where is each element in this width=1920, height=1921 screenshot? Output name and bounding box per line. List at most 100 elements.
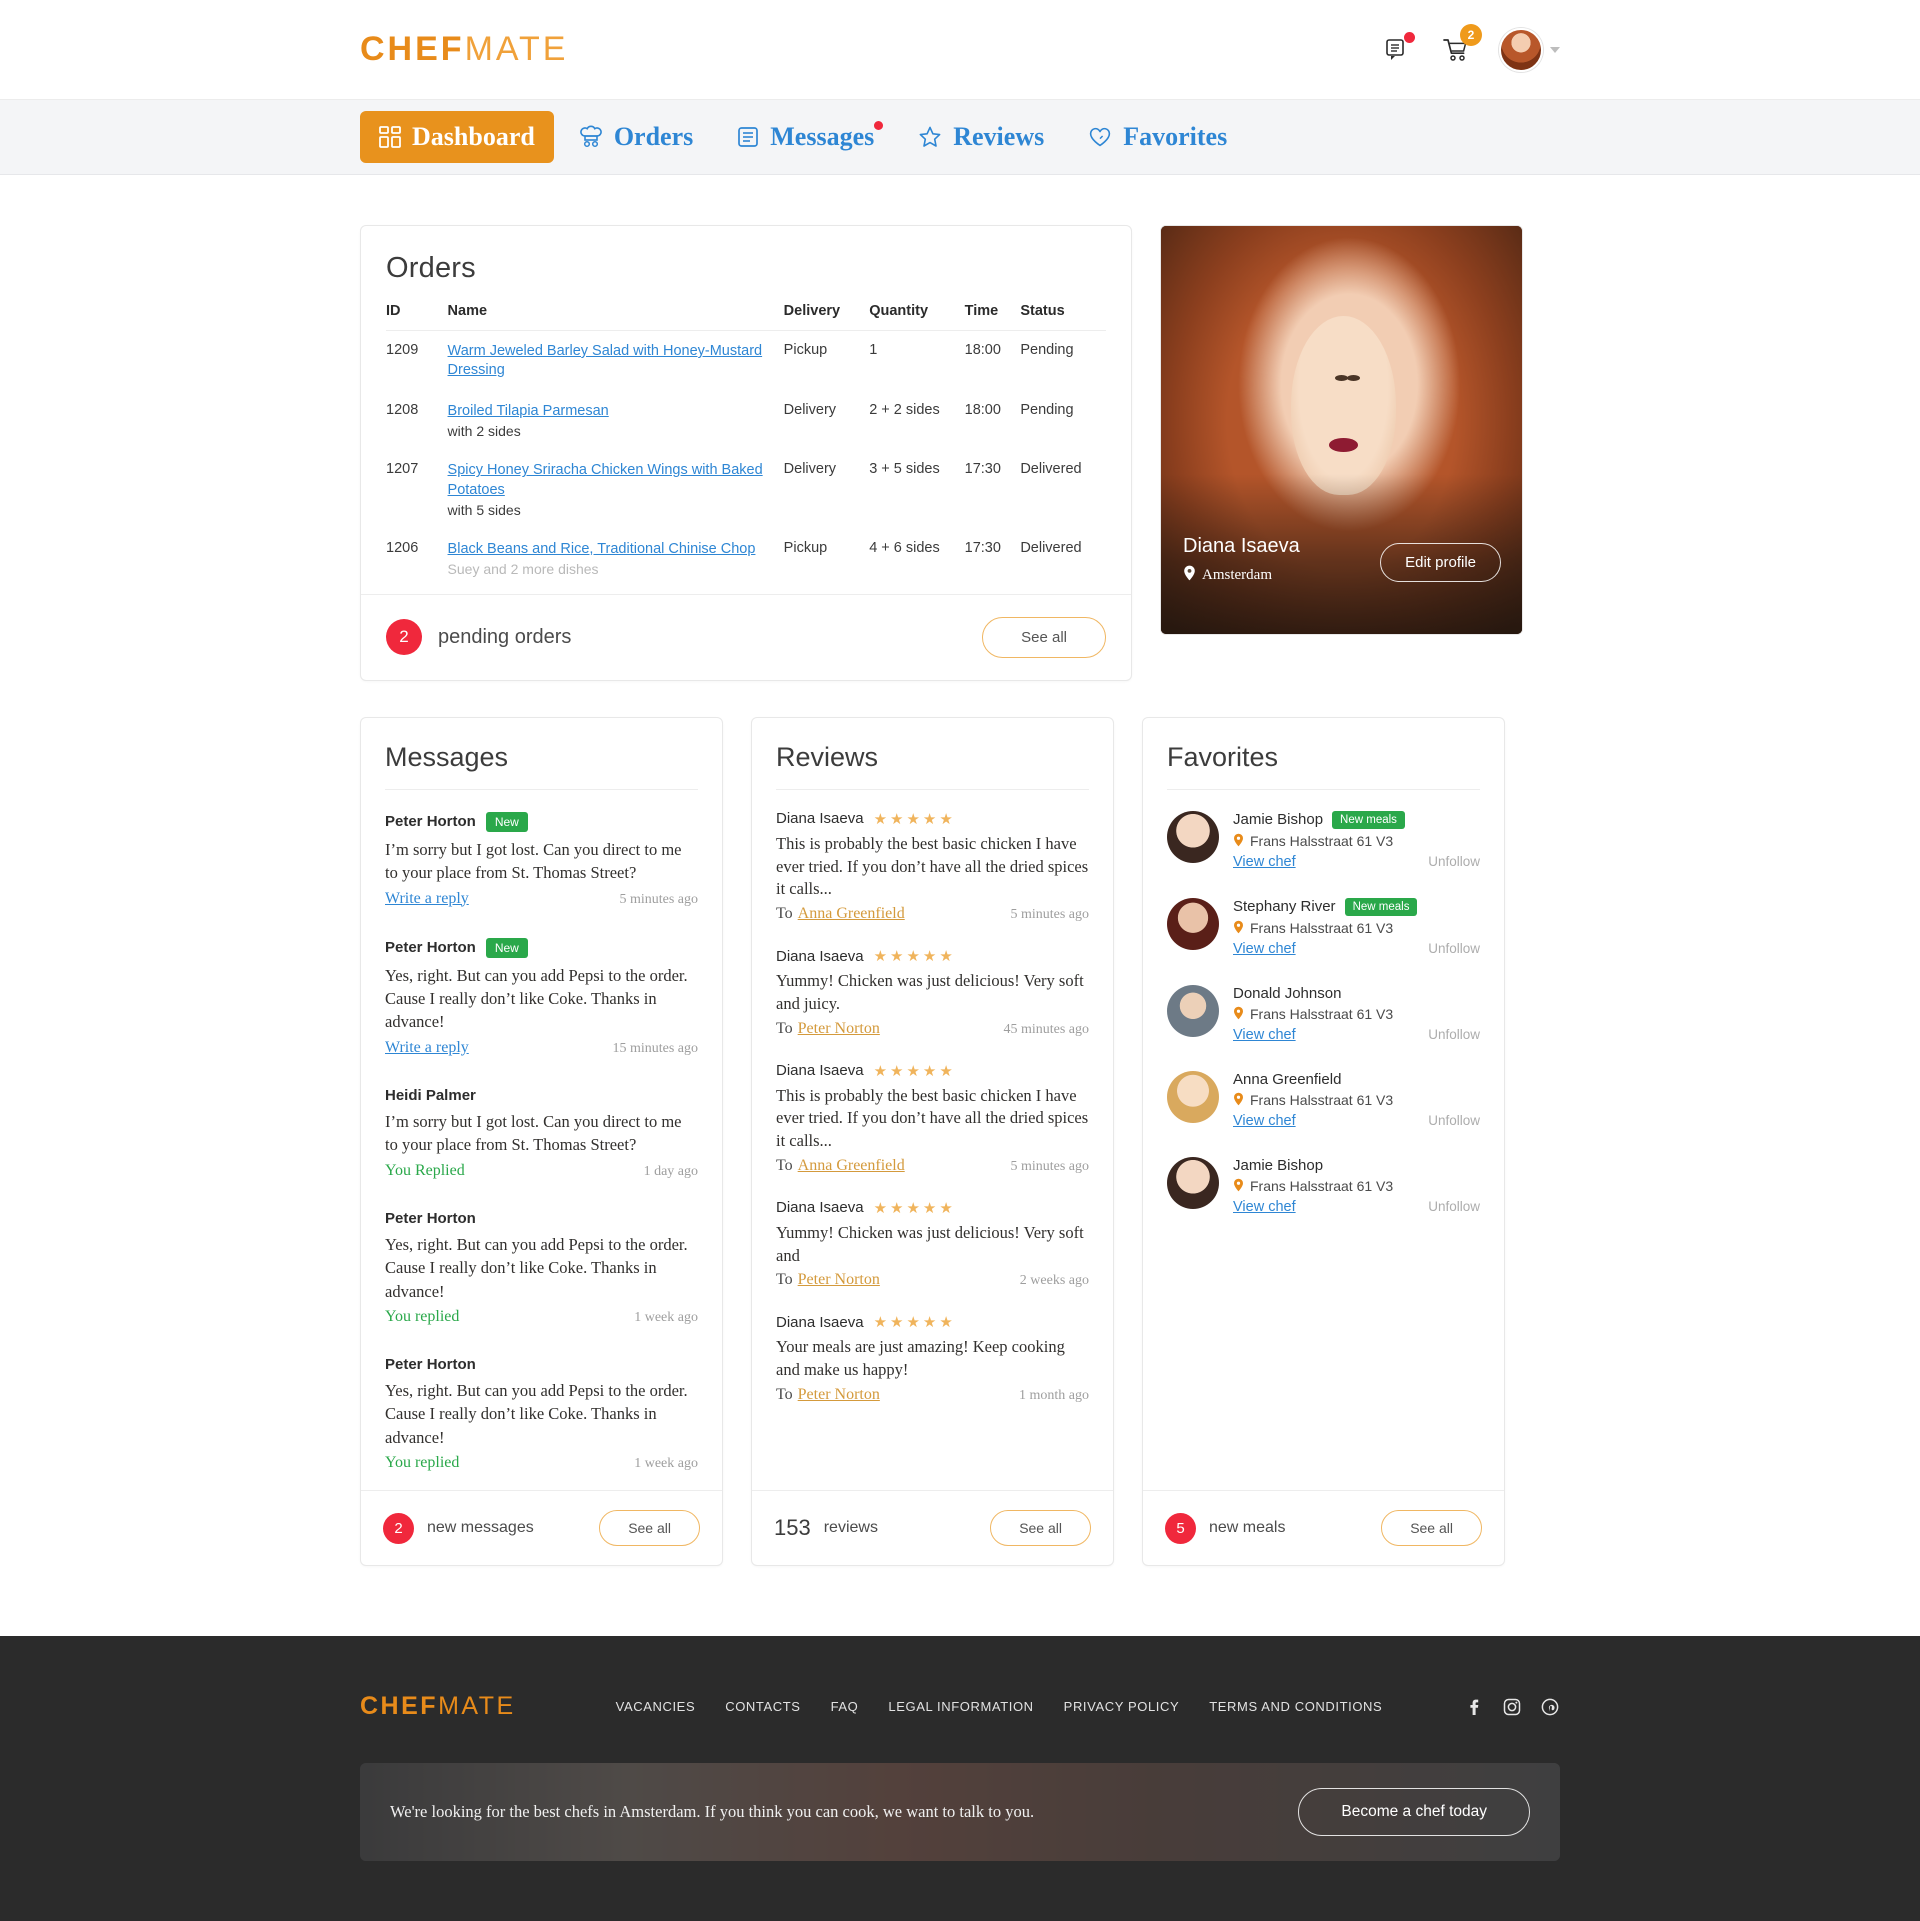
new-meals-tag: New meals: [1332, 810, 1405, 829]
review-body: This is probably the best basic chicken …: [776, 833, 1089, 899]
list-item[interactable]: Peter Horton Yes, right. But can you add…: [385, 1194, 698, 1340]
star-icon: [918, 125, 942, 149]
instagram-icon[interactable]: [1502, 1697, 1522, 1717]
list-item[interactable]: Peter Horton New Yes, right. But can you …: [385, 922, 698, 1071]
message-body: I’m sorry but I got lost. Can you direct…: [385, 839, 682, 883]
list-item[interactable]: Diana Isaeva ★★★★★ Yummy! Chicken was jus…: [776, 933, 1089, 1048]
order-delivery: Delivery: [783, 461, 837, 478]
order-name-link[interactable]: Broiled Tilapia Parmesan: [448, 403, 609, 419]
nav-item-orders[interactable]: Orders: [560, 111, 712, 163]
favorites-see-all-button[interactable]: See all: [1381, 1510, 1482, 1547]
footer-link-privacy[interactable]: PRIVACY POLICY: [1064, 1699, 1180, 1714]
order-subtext-a: Suey: [447, 560, 480, 577]
review-to-link[interactable]: Peter Norton: [798, 1386, 880, 1404]
chef-address: Frans Halsstraat 61 V3: [1250, 833, 1394, 850]
nav-item-favorites[interactable]: Favorites: [1069, 111, 1246, 163]
nav-item-messages[interactable]: Messages: [718, 111, 893, 163]
view-chef-link[interactable]: View chef: [1233, 941, 1296, 957]
table-row[interactable]: 1207 Spicy Honey Sriracha Chicken Wings …: [386, 450, 1106, 528]
chat-unread-dot: [1404, 31, 1415, 43]
favorites-title: Favorites: [1167, 742, 1480, 790]
review-author: Diana Isaeva: [776, 1199, 864, 1217]
write-reply-link[interactable]: Write a reply: [385, 1039, 469, 1057]
brand-logo[interactable]: CHEFMATE: [360, 30, 569, 69]
become-chef-button[interactable]: Become a chef today: [1298, 1788, 1530, 1837]
status-badge: Pending: [1020, 402, 1074, 419]
list-item[interactable]: Jamie Bishop Frans Halsstraat 61 V3 View…: [1167, 1142, 1480, 1228]
map-pin-icon: [1233, 833, 1244, 850]
order-name-cell: Broiled Tilapia Parmesan with 2 sides: [448, 391, 784, 450]
unfollow-button[interactable]: Unfollow: [1428, 854, 1480, 869]
edit-profile-button[interactable]: Edit profile: [1380, 543, 1501, 582]
unfollow-button[interactable]: Unfollow: [1428, 1199, 1480, 1214]
list-item[interactable]: Donald Johnson Frans Halsstraat 61 V3 Vi…: [1167, 970, 1480, 1056]
chef-address: Frans Halsstraat 61 V3: [1250, 920, 1394, 937]
pinterest-icon[interactable]: [1540, 1697, 1560, 1717]
user-menu[interactable]: [1499, 27, 1560, 72]
order-quantity: 3 + 5 sides: [869, 461, 940, 478]
reviews-count: 153: [774, 1515, 811, 1541]
view-chef-link[interactable]: View chef: [1233, 1199, 1296, 1215]
review-to-link[interactable]: Anna Greenfield: [798, 1157, 905, 1175]
list-item[interactable]: Peter Horton Yes, right. But can you add…: [385, 1340, 698, 1486]
list-item[interactable]: Heidi Palmer I’m sorry but I got lost. C…: [385, 1071, 698, 1194]
reviews-see-all-button[interactable]: See all: [990, 1510, 1091, 1547]
messages-see-all-button[interactable]: See all: [599, 1510, 700, 1547]
footer-link-faq[interactable]: FAQ: [831, 1699, 859, 1714]
th-name: Name: [447, 303, 784, 331]
list-item[interactable]: Peter Horton New I’m sorry but I got lost…: [385, 796, 698, 922]
footer-logo[interactable]: CHEFMATE: [360, 1692, 516, 1721]
review-body: Your meals are just amazing! Keep cookin…: [776, 1337, 1065, 1380]
unfollow-button[interactable]: Unfollow: [1428, 1113, 1480, 1128]
table-row[interactable]: 1206 Black Beans and Rice, Traditional C…: [386, 529, 1106, 588]
order-subtext: Suey and 2 more dishes: [448, 561, 766, 577]
new-tag: New: [485, 937, 528, 958]
orders-title: Orders: [386, 252, 476, 284]
map-pin-icon: [1233, 1006, 1244, 1023]
list-item[interactable]: Diana Isaeva ★★★★★ Your meals are just am…: [776, 1299, 1089, 1414]
table-row[interactable]: 1208 Broiled Tilapia Parmesan with 2 sid…: [386, 391, 1106, 450]
review-body: Yummy! Chicken was just delicious! Very …: [776, 1222, 1084, 1265]
order-quantity: 2 + 2 sides: [869, 402, 940, 419]
message-sender: Peter Horton: [385, 1209, 476, 1227]
list-item[interactable]: Jamie Bishop New meals Frans Halsstraat 6…: [1167, 796, 1480, 883]
review-to-link[interactable]: Peter Norton: [798, 1271, 880, 1289]
map-pin-icon: [1233, 1178, 1244, 1195]
page-footer: CHEFMATE VACANCIES CONTACTS FAQ LEGAL IN…: [0, 1636, 1920, 1921]
list-item[interactable]: Diana Isaeva ★★★★★ This is probably the b…: [776, 796, 1089, 933]
list-item[interactable]: Stephany River New meals Frans Halsstraat…: [1167, 883, 1480, 970]
footer-link-contacts[interactable]: CONTACTS: [725, 1699, 800, 1714]
grid-icon: [379, 126, 401, 148]
message-body: Yes, right. But can you add Pepsi to the…: [385, 1234, 688, 1301]
nav-item-dashboard[interactable]: Dashboard: [360, 111, 554, 163]
avatar: [1167, 897, 1219, 950]
order-name-link[interactable]: Black Beans and Rice, Traditional Chinis…: [448, 541, 756, 557]
nav-item-reviews[interactable]: Reviews: [899, 111, 1063, 163]
footer-link-legal[interactable]: LEGAL INFORMATION: [888, 1699, 1033, 1714]
order-name-link[interactable]: Warm Jeweled Barley Salad with Honey-Mus…: [448, 343, 763, 378]
list-item[interactable]: Diana Isaeva ★★★★★ This is probably the b…: [776, 1048, 1089, 1185]
review-to-link[interactable]: Anna Greenfield: [798, 905, 905, 923]
list-item[interactable]: Anna Greenfield Frans Halsstraat 61 V3 V…: [1167, 1056, 1480, 1142]
review-to-link[interactable]: Peter Norton: [798, 1020, 880, 1038]
nav-label-favorites: Favorites: [1123, 122, 1228, 151]
message-time: 1 week ago: [634, 1456, 698, 1472]
unfollow-button[interactable]: Unfollow: [1428, 1027, 1480, 1042]
view-chef-link[interactable]: View chef: [1233, 854, 1296, 870]
status-badge: Delivered: [1020, 539, 1082, 556]
chat-icon[interactable]: [1379, 31, 1415, 67]
facebook-icon[interactable]: [1464, 1697, 1484, 1717]
footer-link-vacancies[interactable]: VACANCIES: [616, 1699, 696, 1714]
cart-icon[interactable]: 2: [1439, 23, 1482, 67]
list-item[interactable]: Diana Isaeva ★★★★★ Yummy! Chicken was jus…: [776, 1185, 1089, 1300]
view-chef-link[interactable]: View chef: [1233, 1027, 1296, 1043]
table-row[interactable]: 1209 Warm Jeweled Barley Salad with Hone…: [386, 331, 1106, 392]
write-reply-link[interactable]: Write a reply: [385, 890, 469, 908]
order-id: 1209: [386, 342, 419, 358]
view-chef-link[interactable]: View chef: [1233, 1113, 1296, 1129]
review-author: Diana Isaeva: [776, 947, 864, 965]
unfollow-button[interactable]: Unfollow: [1428, 941, 1480, 956]
footer-link-terms[interactable]: TERMS AND CONDITIONS: [1209, 1699, 1382, 1714]
order-name-link[interactable]: Spicy Honey Sriracha Chicken Wings with …: [448, 462, 763, 497]
orders-see-all-button[interactable]: See all: [982, 616, 1106, 658]
